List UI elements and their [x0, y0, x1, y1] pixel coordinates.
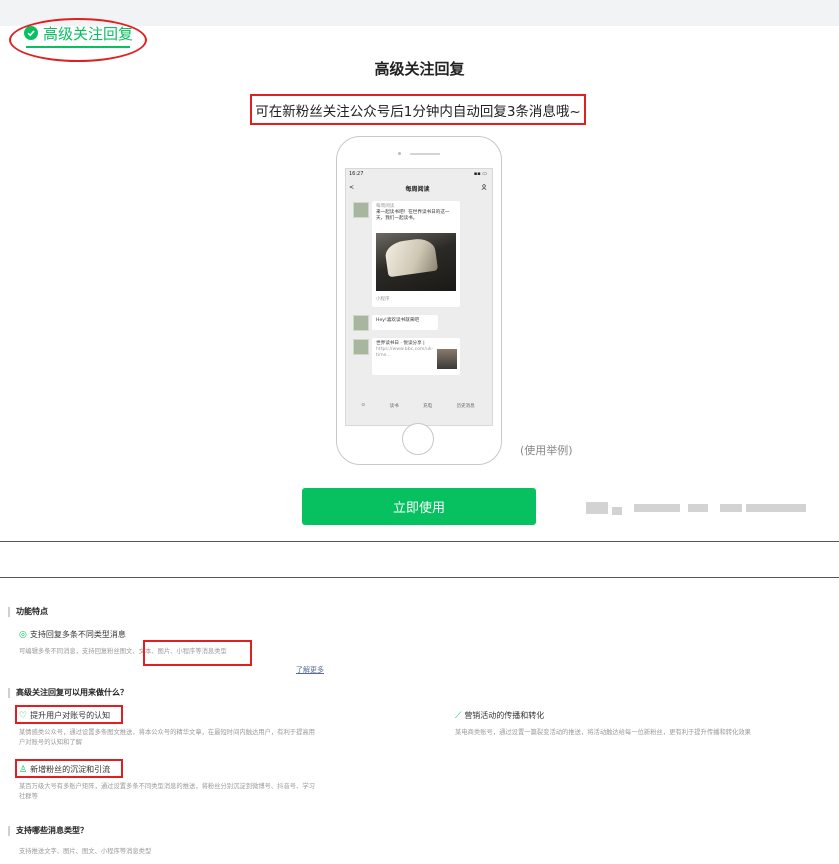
- blurred-content: [746, 504, 806, 512]
- thumbnail-image: [437, 349, 457, 369]
- desc-line: 某情感类公众号，通过设置多条图文推送，将本公众号的精华文章，在最短时间内触达用户…: [19, 729, 315, 736]
- annotation-rect: [15, 705, 123, 724]
- status-bar: 16:27 ▪▪ ▭: [349, 171, 487, 177]
- avatar: [353, 339, 369, 355]
- blurred-content: [720, 504, 742, 512]
- msg-text: Hey!喜欢读书就来吧: [376, 318, 419, 323]
- blurred-content: [688, 504, 708, 512]
- annotation-rect: [143, 640, 252, 666]
- section-title-features: 功能特点: [8, 607, 48, 617]
- use-case-marketing: ⟋ 营销活动的传播和转化: [455, 710, 544, 721]
- section-title-uses: 高级关注回复可以用来做什么？: [8, 688, 128, 698]
- camera-icon: [398, 152, 401, 155]
- desc-line: 社群等: [19, 793, 38, 800]
- example-caption: (使用举例): [520, 444, 573, 457]
- chat-header: < 每周阅读: [349, 184, 487, 193]
- battery-icon: ▪▪ ▭: [473, 171, 487, 177]
- home-button: [402, 423, 434, 455]
- trend-chart-icon: ⟋: [455, 710, 462, 721]
- divider: [0, 541, 839, 542]
- page-title: 高级关注回复: [374, 60, 465, 78]
- divider: [0, 577, 839, 578]
- subtitle-text: 可在新粉丝关注公众号后1分钟内自动回复3条消息哦~: [255, 103, 581, 120]
- status-time: 16:27: [349, 171, 364, 177]
- profile-icon: [481, 184, 487, 193]
- msg-footer: 小程序: [376, 297, 390, 302]
- feature-multi-message: ◎ 支持回复多条不同类型消息: [19, 629, 126, 640]
- use-case-desc: 某百万级大号有多账户矩阵，通过设置多条不同类型消息的推送，将粉丝分别沉淀到微博号…: [19, 782, 419, 802]
- use-now-button[interactable]: 立即使用: [302, 488, 536, 525]
- phone-toolbar: ⊙ 读书 充电 历史消息: [349, 403, 487, 409]
- msg-text: 来一起读书吧！在世界读书日的这一天，我们一起读书。: [376, 210, 450, 221]
- chat-bubble-icon: ◎: [19, 629, 27, 640]
- use-case-desc: 某电商类账号，通过设置一篇裂变活动的推送，将活动触达给每一位新粉丝，更有利于提升…: [455, 729, 751, 736]
- annotation-rect: [15, 759, 123, 778]
- section-title-types: 支持哪些消息类型？: [8, 826, 88, 836]
- subtitle-highlight: 可在新粉丝关注公众号后1分钟内自动回复3条消息哦~: [250, 94, 586, 125]
- learn-more-link[interactable]: 了解更多: [296, 665, 324, 675]
- use-case-title: 营销活动的传播和转化: [464, 711, 545, 720]
- blurred-content: [612, 507, 622, 515]
- keyboard-icon: ⊙: [361, 403, 366, 408]
- speaker-icon: [410, 153, 440, 155]
- back-icon: <: [349, 184, 355, 191]
- toolbar-item: 历史消息: [456, 404, 475, 409]
- desc-line: 户对账号的认知和了解: [19, 739, 82, 746]
- section-desc: 支持推送文字、图片、图文、小程序等消息类型: [19, 848, 152, 855]
- blurred-content: [634, 504, 680, 512]
- blurred-content: [586, 502, 608, 514]
- avatar: [353, 202, 369, 218]
- annotation-ellipse: [9, 18, 147, 62]
- chat-title: 每周阅读: [405, 186, 430, 193]
- use-case-desc: 某情感类公众号，通过设置多条图文推送，将本公众号的精华文章，在最短时间内触达用户…: [19, 728, 419, 748]
- avatar: [353, 315, 369, 331]
- feature-title: 支持回复多条不同类型消息: [29, 630, 126, 639]
- message-bubble-2: Hey!喜欢读书就来吧: [372, 315, 438, 330]
- toolbar-item: 读书: [389, 404, 399, 409]
- desc-line: 某百万级大号有多账户矩阵，通过设置多条不同类型消息的推送，将粉丝分别沉淀到微博号…: [19, 783, 315, 790]
- toolbar-item: 充电: [423, 404, 433, 409]
- msg-url: https://www.bbc.com/uk-time...: [376, 347, 434, 358]
